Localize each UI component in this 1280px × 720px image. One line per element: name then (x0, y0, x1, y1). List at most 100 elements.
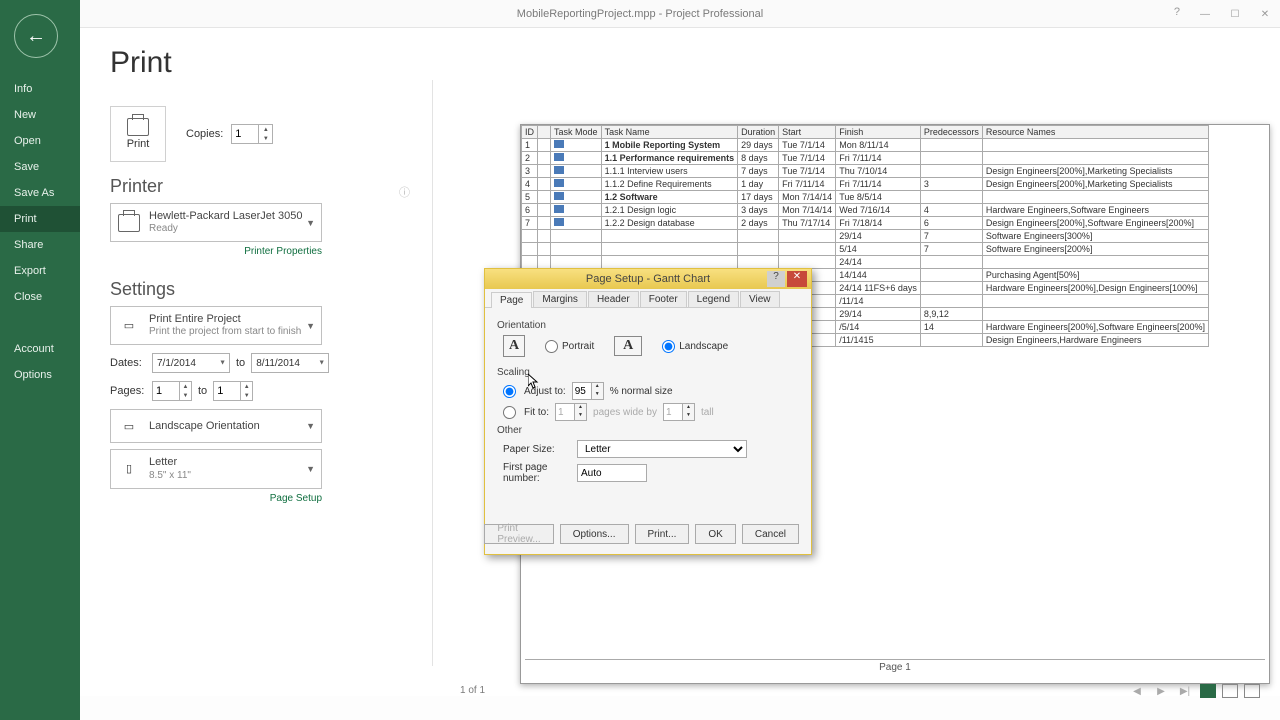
column-header: Resource Names (982, 126, 1208, 139)
sidebar-item-new[interactable]: New (0, 102, 80, 128)
printer-name: Hewlett-Packard LaserJet 3050 (149, 210, 315, 223)
printer-combo-icon (117, 211, 141, 235)
help-icon[interactable]: ? (1174, 6, 1180, 18)
pages-row: Pages: ▲▼ to ▲▼ (110, 381, 410, 401)
scope-sub: Print the project from start to finish (149, 326, 315, 338)
table-row: 29/147Software Engineers[300%] (522, 230, 1209, 243)
next-page-button[interactable]: ▶ (1152, 682, 1170, 700)
minimize-button[interactable]: — (1190, 0, 1220, 28)
options-button[interactable]: Options... (560, 524, 629, 544)
sidebar-item-save-as[interactable]: Save As (0, 180, 80, 206)
settings-section-label: Settings (110, 279, 410, 300)
dialog-tabs: PageMarginsHeaderFooterLegendView (485, 289, 811, 308)
close-button[interactable]: ✕ (1250, 0, 1280, 28)
column-header (538, 126, 551, 139)
maximize-button[interactable]: ☐ (1220, 0, 1250, 28)
dialog-help-button[interactable]: ? (767, 271, 785, 287)
orientation-combo[interactable]: ▭ Landscape Orientation ▼ (110, 409, 322, 443)
info-icon[interactable]: ⓘ (399, 184, 410, 200)
backstage-sidebar: ← InfoNewOpenSaveSave AsPrintShareExport… (0, 0, 80, 720)
column-header: Start (779, 126, 836, 139)
dates-row: Dates: 7/1/2014▼ to 8/11/2014▼ (110, 353, 410, 373)
window-title: MobileReportingProject.mpp - Project Pro… (517, 8, 763, 20)
dialog-close-button[interactable]: ✕ (787, 271, 807, 287)
table-row: 5 1.2 Software17 daysMon 7/14/14Tue 8/5/… (522, 191, 1209, 204)
table-row: 6 1.2.1 Design logic3 daysMon 7/14/14Wed… (522, 204, 1209, 217)
orientation-group-label: Orientation (497, 320, 799, 331)
printer-combo[interactable]: Hewlett-Packard LaserJet 3050 Ready ▼ (110, 203, 322, 242)
table-row: 3 1.1.1 Interview users7 daysTue 7/1/14T… (522, 165, 1209, 178)
cancel-button[interactable]: Cancel (742, 524, 799, 544)
printer-properties-link[interactable]: Printer Properties (244, 246, 322, 257)
normal-size-label: % normal size (610, 386, 673, 397)
adjust-to-label: Adjust to: (524, 386, 566, 397)
date-to-combo[interactable]: 8/11/2014▼ (251, 353, 329, 373)
page-setup-link[interactable]: Page Setup (270, 493, 322, 504)
last-page-button[interactable]: ▶| (1176, 682, 1194, 700)
window-controls: — ☐ ✕ (1190, 0, 1280, 28)
print-controls: Print Copies: ▲▼ Printerⓘ Hewlett-Packar… (110, 106, 410, 504)
chevron-down-icon: ▼ (306, 321, 315, 331)
first-page-label: First page number: (503, 462, 571, 484)
tab-legend[interactable]: Legend (688, 291, 739, 307)
print-preview-button[interactable]: Print Preview... (484, 524, 553, 544)
pages-from-spinner[interactable]: ▲▼ (152, 381, 192, 401)
tab-view[interactable]: View (740, 291, 780, 307)
table-row: 5/147Software Engineers[200%] (522, 243, 1209, 256)
date-from-combo[interactable]: 7/1/2014▼ (152, 353, 230, 373)
fit-to-label: Fit to: (524, 407, 549, 418)
scope-main: Print Entire Project (149, 313, 315, 326)
tab-footer[interactable]: Footer (640, 291, 687, 307)
sidebar-item-close[interactable]: Close (0, 284, 80, 310)
table-row: 2 1.1 Performance requirements8 daysTue … (522, 152, 1209, 165)
titlebar: MobileReportingProject.mpp - Project Pro… (0, 0, 1280, 28)
sidebar-item-share[interactable]: Share (0, 232, 80, 258)
copies-label: Copies: (186, 128, 223, 140)
adjust-to-spinner[interactable]: ▲▼ (572, 382, 604, 400)
page-count: 1 of 1 (460, 685, 485, 696)
landscape-icon: ▭ (117, 414, 141, 438)
prev-page-button[interactable]: ◀ (1128, 682, 1146, 700)
sidebar-item-account[interactable]: Account (0, 336, 80, 362)
pages-to-spinner[interactable]: ▲▼ (213, 381, 253, 401)
portrait-radio[interactable]: Portrait (545, 340, 594, 353)
preview-nav: ◀ ▶ ▶| (1128, 682, 1260, 700)
fit-tall-spinner[interactable]: ▲▼ (663, 403, 695, 421)
sidebar-item-options[interactable]: Options (0, 362, 80, 388)
sidebar-item-export[interactable]: Export (0, 258, 80, 284)
first-page-input[interactable] (577, 464, 647, 482)
column-header: Task Name (601, 126, 738, 139)
column-header: Duration (738, 126, 779, 139)
fit-to-radio[interactable] (503, 406, 516, 419)
to-label: to (236, 357, 245, 369)
print-button[interactable]: Print (110, 106, 166, 162)
multi-page-button[interactable] (1244, 684, 1260, 698)
print-button-label: Print (127, 138, 150, 150)
adjust-to-radio[interactable] (503, 385, 516, 398)
paper-size-combo[interactable]: ▯ Letter 8.5" x 11" ▼ (110, 449, 322, 488)
ok-button[interactable]: OK (695, 524, 735, 544)
dialog-titlebar[interactable]: Page Setup - Gantt Chart ? ✕ (485, 269, 811, 289)
tab-margins[interactable]: Margins (533, 291, 587, 307)
paper-size-select[interactable]: Letter (577, 440, 747, 458)
landscape-radio[interactable]: Landscape (662, 340, 728, 353)
landscape-icon: A (614, 336, 642, 356)
spinner-arrows[interactable]: ▲▼ (258, 125, 272, 143)
tab-page[interactable]: Page (491, 292, 532, 308)
tab-header[interactable]: Header (588, 291, 639, 307)
page-icon: ▯ (117, 457, 141, 481)
back-button[interactable]: ← (14, 14, 58, 58)
table-row: 4 1.1.2 Define Requirements1 dayFri 7/11… (522, 178, 1209, 191)
sidebar-item-save[interactable]: Save (0, 154, 80, 180)
copies-spinner[interactable]: ▲▼ (231, 124, 273, 144)
print-scope-combo[interactable]: ▭ Print Entire Project Print the project… (110, 306, 322, 345)
fit-wide-spinner[interactable]: ▲▼ (555, 403, 587, 421)
chevron-down-icon: ▼ (306, 464, 315, 474)
actual-size-button[interactable] (1200, 684, 1216, 698)
dialog-print-button[interactable]: Print... (635, 524, 690, 544)
sidebar-item-print[interactable]: Print (0, 206, 80, 232)
sidebar-item-open[interactable]: Open (0, 128, 80, 154)
copies-input[interactable] (232, 125, 258, 143)
sidebar-item-info[interactable]: Info (0, 76, 80, 102)
one-page-button[interactable] (1222, 684, 1238, 698)
